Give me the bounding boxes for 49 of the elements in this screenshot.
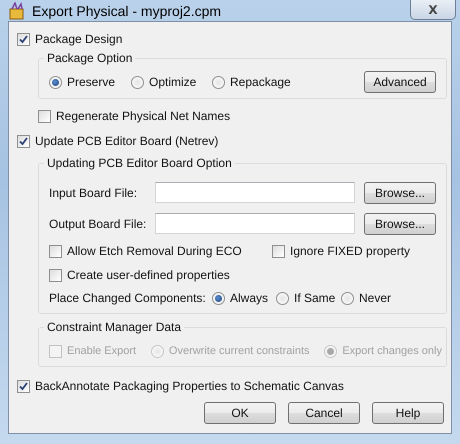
radio-label: Repackage <box>230 75 291 89</box>
checkbox[interactable] <box>49 244 62 258</box>
checkbox[interactable] <box>272 244 285 258</box>
radio-button[interactable] <box>212 76 225 88</box>
check-icon <box>19 34 28 44</box>
checkbox-label: Allow Etch Removal During ECO <box>67 244 242 258</box>
radio-label: Never <box>359 291 392 305</box>
app-icon <box>8 2 26 20</box>
dialog-button[interactable]: Cancel <box>288 402 360 424</box>
dialog-button[interactable]: OK <box>204 402 276 424</box>
check-icon <box>19 382 28 390</box>
radio-button[interactable] <box>49 76 62 88</box>
group-title: Constraint Manager Data <box>44 320 184 334</box>
checkbox-label: BackAnnotate Packaging Properties to Schematic Canvas <box>35 379 344 393</box>
browse-button[interactable]: Browse... <box>364 212 436 234</box>
check-icon <box>19 136 28 146</box>
radio-label: Overwrite current constraints <box>168 345 310 357</box>
dialog-button[interactable]: Help <box>372 402 444 424</box>
checkbox-label: Regenerate Physical Net Names <box>56 109 230 123</box>
checkbox-label: Package Design <box>35 32 122 46</box>
field-label: Output Board File: <box>49 216 146 230</box>
radio-label: Export changes only <box>342 345 442 357</box>
radio-button[interactable] <box>276 292 289 304</box>
field-label: Input Board File: <box>49 186 138 200</box>
advanced-button[interactable]: Advanced <box>364 71 436 93</box>
radio-button[interactable] <box>131 76 144 88</box>
checkbox-label: Enable Export <box>67 345 136 357</box>
radio-label: Optimize <box>149 75 196 89</box>
close-button[interactable]: X <box>410 0 456 20</box>
browse-button[interactable]: Browse... <box>364 182 436 204</box>
checkbox[interactable] <box>17 32 30 46</box>
group-title: Package Option <box>44 51 136 65</box>
radio-label: Preserve <box>67 75 116 89</box>
radio-button[interactable] <box>341 292 354 304</box>
radio-label: If Same <box>294 291 336 305</box>
checkbox[interactable] <box>49 268 62 282</box>
radio-button[interactable] <box>212 292 225 304</box>
place-label: Place Changed Components: <box>49 291 207 305</box>
radio-label: Always <box>230 291 268 305</box>
window-title: Export Physical - myproj2.cpm <box>32 2 222 18</box>
checkbox[interactable] <box>38 110 51 122</box>
file-input-field[interactable] <box>155 182 355 203</box>
checkbox[interactable] <box>17 134 30 148</box>
group-title: Updating PCB Editor Board Option <box>44 156 235 170</box>
checkbox-label: Create user-defined properties <box>67 268 230 282</box>
file-input-field[interactable] <box>155 213 355 234</box>
checkbox[interactable] <box>17 380 30 392</box>
checkbox-label: Update PCB Editor Board (Netrev) <box>35 134 218 148</box>
checkbox-label: Ignore FIXED property <box>290 244 410 258</box>
